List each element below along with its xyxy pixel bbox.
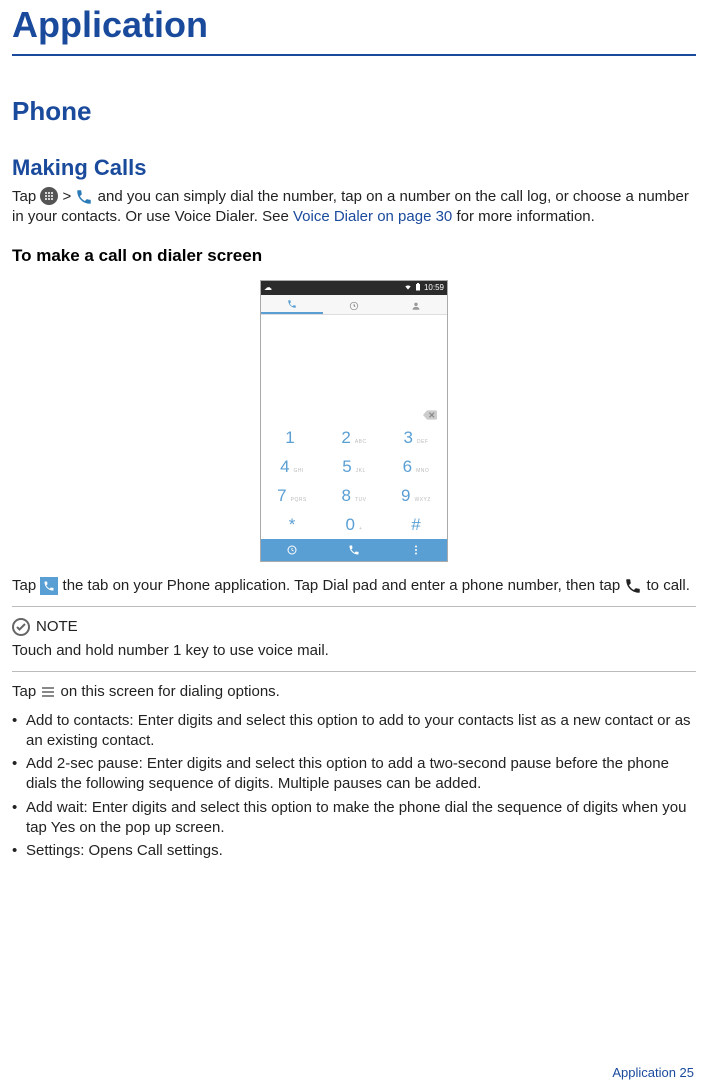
options-intro: Tap on this screen for dialing options. (12, 682, 696, 702)
list-item: Add 2-sec pause: Enter digits and select… (12, 754, 696, 795)
list-item: Add wait: Enter digits and select this o… (12, 798, 696, 839)
note-label: NOTE (36, 617, 78, 637)
subsection-heading: Making Calls (12, 155, 696, 181)
dialer-screenshot: ☁ 10:59 1 2ABC 3DEF 4GHI (260, 280, 448, 562)
phone-tab-icon (40, 577, 58, 595)
key-7: 7PQRS (261, 481, 323, 510)
key-4: 4GHI (261, 452, 323, 481)
dialer-keypad: 1 2ABC 3DEF 4GHI 5JKL 6MNO 7PQRS 8TUV 9W… (261, 423, 447, 539)
voice-dialer-link[interactable]: Voice Dialer on page 30 (293, 208, 452, 225)
page-title: Application (12, 0, 696, 54)
dial-button (323, 539, 385, 561)
dialer-input-row (261, 409, 447, 423)
tab-contacts (385, 301, 447, 314)
section-heading: Phone (12, 96, 696, 127)
tab-dialpad (261, 299, 323, 314)
key-2: 2ABC (323, 423, 385, 452)
list-item: Add to contacts: Enter digits and select… (12, 711, 696, 752)
dialer-display (261, 315, 447, 409)
key-0: 0+ (323, 510, 385, 539)
menu-icon (40, 684, 56, 700)
apps-icon (40, 187, 58, 205)
key-5: 5JKL (323, 452, 385, 481)
after-1: Tap (12, 577, 40, 594)
history-icon (261, 539, 323, 561)
list-item: Settings: Opens Call settings. (12, 841, 696, 861)
dialer-heading: To make a call on dialer screen (12, 246, 696, 266)
key-9: 9WXYZ (385, 481, 447, 510)
status-time: 10:59 (424, 283, 444, 292)
intro-text-1: Tap (12, 188, 40, 205)
status-bar: ☁ 10:59 (261, 281, 447, 295)
intro-paragraph: Tap > and you can simply dial the number… (12, 187, 696, 228)
wifi-icon (404, 283, 412, 293)
page-footer: Application 25 (612, 1065, 694, 1080)
after-shot-paragraph: Tap the tab on your Phone application. T… (12, 576, 696, 596)
options-2: on this screen for dialing options. (61, 683, 280, 700)
divider-1 (12, 606, 696, 607)
after-3: to call. (647, 577, 690, 594)
overflow-icon (385, 539, 447, 561)
after-2: the tab on your Phone application. Tap D… (63, 577, 625, 594)
title-underline (12, 54, 696, 56)
note-row: NOTE (12, 617, 696, 637)
key-1: 1 (261, 423, 323, 452)
battery-icon (415, 283, 421, 293)
intro-text-3: for more information. (456, 208, 594, 225)
key-3: 3DEF (385, 423, 447, 452)
key-hash: # (385, 510, 447, 539)
intro-gt: > (63, 188, 76, 205)
key-star: * (261, 510, 323, 539)
options-1: Tap (12, 683, 40, 700)
tab-recent (323, 301, 385, 314)
bullet-list: Add to contacts: Enter digits and select… (12, 711, 696, 862)
dialer-bottom-bar (261, 539, 447, 561)
dialer-tabs (261, 295, 447, 315)
check-icon (12, 618, 30, 636)
cloud-icon: ☁ (264, 283, 272, 292)
note-text: Touch and hold number 1 key to use voice… (12, 641, 696, 661)
key-8: 8TUV (323, 481, 385, 510)
phone-icon (75, 188, 93, 206)
phone-call-icon (624, 577, 642, 595)
divider-2 (12, 671, 696, 672)
key-6: 6MNO (385, 452, 447, 481)
